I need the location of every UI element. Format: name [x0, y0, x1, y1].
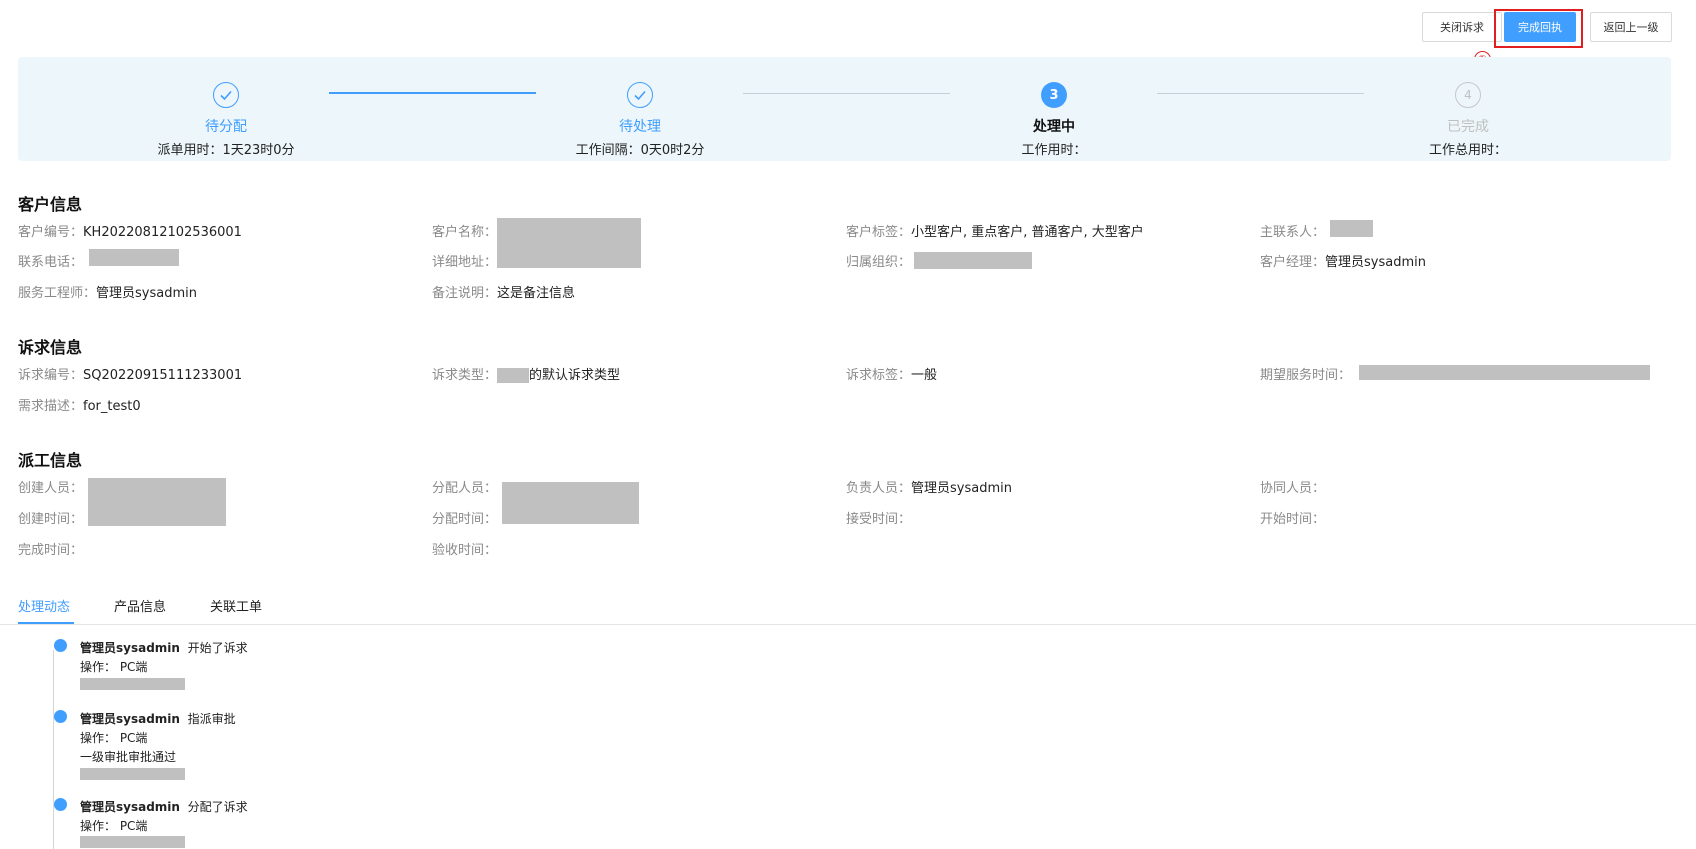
timeline-entry-op: 操作： PC端	[80, 731, 148, 745]
customer-section-title: 客户信息	[18, 195, 83, 214]
organization-field: 归属组织：	[846, 255, 912, 270]
customer-tags-field: 客户标签：小型客户, 重点客户, 普通客户, 大型客户	[846, 225, 1144, 240]
step-number-4: 4	[1455, 82, 1481, 108]
service-engineer-field: 服务工程师：管理员sysadmin	[18, 286, 197, 301]
redacted-organization	[914, 252, 1032, 269]
accept-time-field: 接受时间：	[846, 512, 912, 527]
request-id-field: 诉求编号：SQ20220915111233001	[18, 368, 243, 383]
timeline-entry-op: 操作： PC端	[80, 819, 148, 833]
timeline-entry-title: 管理员sysadmin 分配了诉求	[80, 800, 248, 814]
customer-id-field: 客户编号：KH20220812102536001	[18, 225, 242, 240]
back-button[interactable]: 返回上一级	[1590, 12, 1672, 42]
step-connector	[743, 93, 950, 94]
redacted-assigner-info	[502, 482, 639, 524]
close-request-button[interactable]: 关闭诉求	[1422, 12, 1502, 42]
assign-time-field: 分配时间：	[432, 512, 498, 527]
step-sub-pending-assign: 派单用时：1天23时0分	[157, 143, 295, 158]
redacted-expected-time	[1359, 365, 1650, 380]
step-sub-completed: 工作总用时：	[1428, 143, 1507, 158]
step-connector	[1157, 93, 1364, 94]
main-contact-field: 主联系人：	[1260, 225, 1326, 240]
check-icon	[627, 82, 653, 108]
remarks-field: 备注说明：这是备注信息	[432, 286, 576, 301]
creator-field: 创建人员：	[18, 481, 84, 496]
responsible-field: 负责人员：管理员sysadmin	[846, 481, 1012, 496]
customer-name-field: 客户名称：	[432, 225, 498, 240]
redacted-timestamp	[80, 678, 185, 690]
timeline-entry-op: 操作： PC端	[80, 660, 148, 674]
timeline-dot	[54, 798, 67, 811]
dispatch-section-title: 派工信息	[18, 451, 83, 470]
redacted-phone	[89, 249, 179, 266]
step-sub-processing: 工作用时：	[1021, 143, 1087, 158]
redacted-main-contact	[1330, 220, 1373, 237]
step-title-processing: 处理中	[1033, 119, 1075, 135]
complete-time-field: 完成时间：	[18, 543, 84, 558]
start-time-field: 开始时间：	[1260, 512, 1326, 527]
redacted-customer-name	[497, 218, 641, 268]
step-sub-pending-process: 工作间隔：0天0时2分	[575, 143, 705, 158]
step-number-3: 3	[1041, 82, 1067, 108]
tab-processing-activity[interactable]: 处理动态	[18, 596, 70, 615]
tab-divider	[0, 624, 1696, 625]
tab-related-orders[interactable]: 关联工单	[210, 596, 262, 615]
account-manager-field: 客户经理：管理员sysadmin	[1260, 255, 1426, 270]
check-icon	[213, 82, 239, 108]
timeline-dot	[54, 710, 67, 723]
redacted-timestamp	[80, 768, 185, 780]
timeline-entry-extra: 一级审批审批通过	[80, 750, 177, 764]
request-section-title: 诉求信息	[18, 338, 83, 357]
step-title-pending-process: 待处理	[619, 119, 661, 135]
address-field: 详细地址：	[432, 255, 498, 270]
timeline-dot	[54, 639, 67, 652]
redacted-creator-info	[88, 478, 226, 526]
step-connector	[329, 92, 536, 94]
request-tag-field: 诉求标签：一般	[846, 368, 938, 383]
acceptance-time-field: 验收时间：	[432, 543, 498, 558]
step-title-pending-assign: 待分配	[205, 119, 247, 135]
timeline-line	[53, 650, 54, 849]
assigner-field: 分配人员：	[432, 481, 498, 496]
tab-product-info[interactable]: 产品信息	[114, 596, 166, 615]
progress-steps: 待分配 派单用时：1天23时0分 待处理 工作间隔：0天0时2分 3 处理中 工…	[18, 57, 1671, 161]
create-time-field: 创建时间：	[18, 512, 84, 527]
request-type-field: 诉求类型： 的默认诉求类型	[432, 368, 621, 383]
redacted-timestamp	[80, 836, 185, 848]
timeline-entry-title: 管理员sysadmin 开始了诉求	[80, 641, 248, 655]
timeline-entry-title: 管理员sysadmin 指派审批	[80, 712, 236, 726]
requirement-desc-field: 需求描述：for_test0	[18, 399, 141, 414]
collaborators-field: 协同人员：	[1260, 481, 1326, 496]
annotation-highlight-box	[1494, 9, 1583, 48]
step-title-completed: 已完成	[1447, 119, 1489, 135]
phone-field: 联系电话：	[18, 255, 84, 270]
expected-service-time-field: 期望服务时间：	[1260, 368, 1352, 383]
